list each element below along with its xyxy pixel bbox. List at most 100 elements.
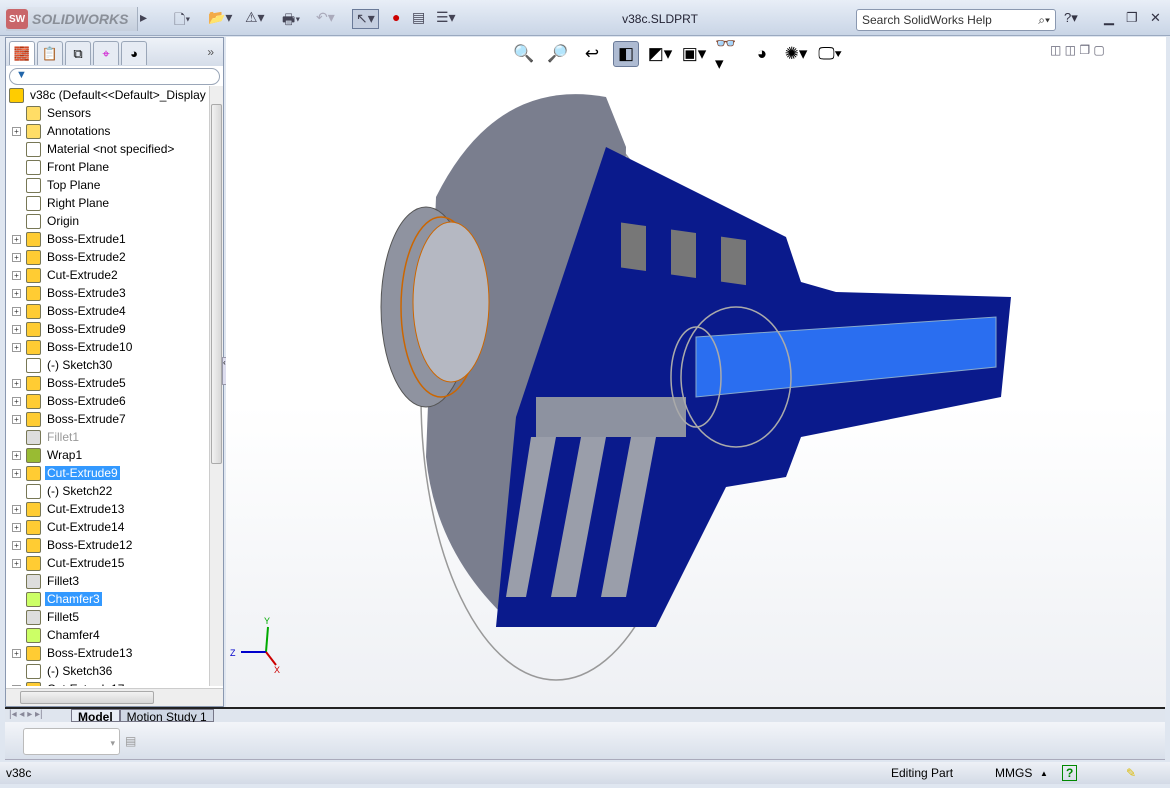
tree-item[interactable]: + Boss-Extrude6 bbox=[6, 392, 209, 410]
tree-item[interactable]: Right Plane bbox=[6, 194, 209, 212]
expand-icon[interactable]: + bbox=[12, 468, 21, 478]
restore-button[interactable]: ❐ bbox=[1126, 10, 1138, 26]
options-icon[interactable]: ▤ bbox=[412, 9, 425, 29]
tree-item[interactable]: (-) Sketch22 bbox=[6, 482, 209, 500]
tab-model[interactable]: Model bbox=[71, 709, 120, 724]
rebuild-status-icon[interactable]: ✎ bbox=[1126, 766, 1136, 780]
tree-item[interactable]: (-) Sketch30 bbox=[6, 356, 209, 374]
config-dropdown[interactable]: ▾ bbox=[23, 728, 120, 755]
tree-item[interactable]: + Cut-Extrude17 bbox=[6, 680, 209, 686]
expand-icon[interactable]: + bbox=[12, 684, 21, 686]
tree-item[interactable]: + Cut-Extrude15 bbox=[6, 554, 209, 572]
expand-icon[interactable]: + bbox=[12, 522, 21, 532]
tab-dimxpert[interactable]: ⌖ bbox=[93, 41, 119, 65]
triad-y-label: Y bbox=[264, 616, 270, 626]
expand-icon[interactable]: + bbox=[12, 504, 21, 514]
tree-item[interactable]: Fillet5 bbox=[6, 608, 209, 626]
tree-item-label: (-) Sketch30 bbox=[47, 358, 113, 372]
expand-icon[interactable]: + bbox=[12, 342, 21, 352]
open-icon[interactable]: 📂▾ bbox=[208, 9, 232, 29]
inner-ribs bbox=[536, 397, 686, 437]
tree-item-label: Cut-Extrude14 bbox=[47, 520, 125, 534]
tree-filter-input[interactable]: ▼ bbox=[9, 68, 220, 85]
tree-item[interactable]: + Wrap1 bbox=[6, 446, 209, 464]
cut-icon bbox=[26, 519, 41, 535]
more-tabs-button[interactable]: » bbox=[201, 41, 220, 66]
menu-expand-icon[interactable]: ▸ bbox=[140, 9, 147, 29]
search-icon[interactable]: ⌕▾ bbox=[1038, 13, 1050, 28]
rebuild-icon[interactable]: ⚠▾ bbox=[245, 9, 265, 29]
expand-icon[interactable]: + bbox=[12, 558, 21, 568]
expand-icon[interactable]: + bbox=[12, 378, 21, 388]
solidworks-logo[interactable]: SW SOLIDWORKS bbox=[6, 7, 138, 31]
print-icon[interactable]: 🖶▾ bbox=[282, 9, 300, 29]
expand-icon[interactable]: + bbox=[12, 648, 21, 658]
tree-item[interactable]: + Boss-Extrude12 bbox=[6, 536, 209, 554]
expand-icon[interactable]: + bbox=[12, 396, 21, 406]
tree-item[interactable]: Chamfer3 bbox=[6, 590, 209, 608]
stack-icon[interactable]: ▤ bbox=[125, 734, 136, 748]
tree-item[interactable]: Sensors bbox=[6, 104, 209, 122]
select-icon[interactable]: ↖▾ bbox=[352, 9, 379, 29]
expand-icon[interactable]: + bbox=[12, 540, 21, 550]
tree-item[interactable]: + Boss-Extrude10 bbox=[6, 338, 209, 356]
tree-item[interactable]: Chamfer4 bbox=[6, 626, 209, 644]
tab-feature-manager[interactable]: 🧱 bbox=[9, 41, 35, 65]
expand-icon[interactable]: + bbox=[12, 324, 21, 334]
tree-root[interactable]: v38c (Default<<Default>_Display bbox=[6, 86, 209, 104]
undo-icon[interactable]: ↶▾ bbox=[316, 9, 335, 29]
tree-item[interactable]: + Boss-Extrude5 bbox=[6, 374, 209, 392]
units-selector[interactable]: MMGS bbox=[995, 766, 1032, 780]
boss-icon bbox=[26, 537, 41, 553]
tab-scroll-arrows[interactable]: |◂ ◂ ▸ ▸| bbox=[5, 709, 71, 722]
tree-item[interactable]: + Boss-Extrude2 bbox=[6, 248, 209, 266]
boss-icon bbox=[26, 321, 41, 337]
cut-icon bbox=[26, 267, 41, 283]
quick-tips-icon[interactable]: ? bbox=[1062, 765, 1078, 781]
units-arrow-icon[interactable]: ▲ bbox=[1040, 769, 1048, 778]
tab-display-manager[interactable]: ◕ bbox=[121, 41, 147, 65]
tree-item[interactable]: + Annotations bbox=[6, 122, 209, 140]
traffic-light-icon[interactable]: ● bbox=[392, 9, 400, 29]
tree-item-label: Fillet5 bbox=[47, 610, 80, 624]
tree-item[interactable]: + Boss-Extrude9 bbox=[6, 320, 209, 338]
graphics-viewport[interactable]: 🔍 🔎 ↩ ◧ ◩▾ ▣▾ 👓▾ ◕ ✺▾ 🖵▾ ◫ ◫ ❐ ▢ Y Z X bbox=[226, 34, 1166, 707]
tree-item[interactable]: Fillet1 bbox=[6, 428, 209, 446]
help-search-input[interactable]: Search SolidWorks Help ⌕▾ bbox=[856, 9, 1056, 31]
expand-icon[interactable]: + bbox=[12, 306, 21, 316]
expand-icon[interactable]: + bbox=[12, 414, 21, 424]
model-3d[interactable]: Y Z X bbox=[226, 37, 1166, 707]
tree-item[interactable]: + Boss-Extrude3 bbox=[6, 284, 209, 302]
expand-icon[interactable]: + bbox=[12, 126, 21, 136]
tab-property-manager[interactable]: 📋 bbox=[37, 41, 63, 65]
tree-item[interactable]: + Cut-Extrude9 bbox=[6, 464, 209, 482]
tree-item[interactable]: + Boss-Extrude1 bbox=[6, 230, 209, 248]
expand-icon[interactable]: + bbox=[12, 270, 21, 280]
tab-configuration-manager[interactable]: ⧉ bbox=[65, 41, 91, 65]
tree-item[interactable]: Fillet3 bbox=[6, 572, 209, 590]
tab-motion-study-1[interactable]: Motion Study 1 bbox=[119, 709, 214, 724]
tree-item[interactable]: + Cut-Extrude13 bbox=[6, 500, 209, 518]
tree-item[interactable]: (-) Sketch36 bbox=[6, 662, 209, 680]
tree-item-label: (-) Sketch36 bbox=[47, 664, 113, 678]
close-button[interactable]: ✕ bbox=[1150, 10, 1161, 26]
minimize-button[interactable]: ▁ bbox=[1104, 10, 1114, 26]
tree-vertical-scrollbar[interactable] bbox=[209, 86, 223, 686]
expand-icon[interactable]: + bbox=[12, 288, 21, 298]
tree-item[interactable]: Origin bbox=[6, 212, 209, 230]
tree-item[interactable]: + Boss-Extrude4 bbox=[6, 302, 209, 320]
expand-icon[interactable]: + bbox=[12, 252, 21, 262]
tree-horizontal-scrollbar[interactable] bbox=[6, 688, 223, 706]
tree-item[interactable]: Front Plane bbox=[6, 158, 209, 176]
new-icon[interactable]: 🗋▾ bbox=[174, 9, 190, 29]
tree-item[interactable]: + Cut-Extrude2 bbox=[6, 266, 209, 284]
tree-item[interactable]: + Boss-Extrude13 bbox=[6, 644, 209, 662]
tree-item[interactable]: Material <not specified> bbox=[6, 140, 209, 158]
tree-item[interactable]: Top Plane bbox=[6, 176, 209, 194]
expand-icon[interactable]: + bbox=[12, 450, 21, 460]
help-icon[interactable]: ?▾ bbox=[1064, 10, 1078, 26]
expand-icon[interactable]: + bbox=[12, 234, 21, 244]
tree-item[interactable]: + Cut-Extrude14 bbox=[6, 518, 209, 536]
file-properties-icon[interactable]: ☰▾ bbox=[436, 9, 456, 29]
tree-item[interactable]: + Boss-Extrude7 bbox=[6, 410, 209, 428]
